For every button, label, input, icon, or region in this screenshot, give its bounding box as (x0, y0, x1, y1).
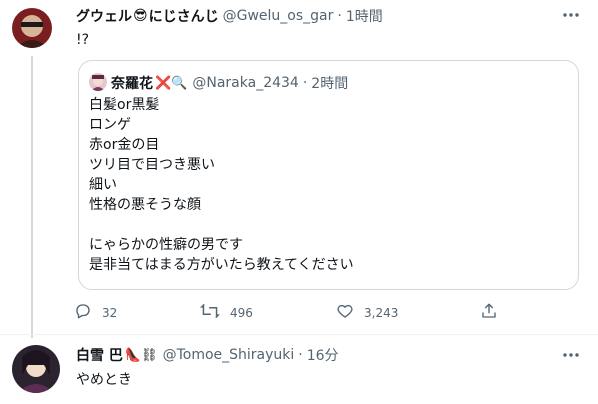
quoted-author-name[interactable]: 奈羅花 (111, 73, 153, 93)
reply-avatar[interactable] (12, 345, 60, 393)
quoted-tweet[interactable]: 奈羅花 ❌🔍 @Naraka_2434 · 2時間 白髪or黒髪 ロンゲ 赤or… (78, 60, 579, 290)
reply-author-name[interactable]: 白雪 巴 (76, 345, 123, 365)
retweet-icon (200, 302, 220, 323)
tweet-main[interactable]: グウェル 😎 にじさんじ @Gwelu_os_gar · 1時間 !? 奈羅花 … (0, 0, 598, 338)
reply-author-emojis: 👠⛓ (124, 347, 158, 363)
retweet-action[interactable]: 496 (200, 302, 253, 323)
reply-header: 白雪 巴 👠⛓ @Tomoe_Shirayuki · 16分 (76, 345, 339, 365)
quoted-line: 是非当てはまる方がいたら教えてください (89, 257, 354, 273)
tweet-reply[interactable]: 白雪 巴 👠⛓ @Tomoe_Shirayuki · 16分 やめとき (0, 335, 598, 404)
quoted-line: ツリ目で目つき悪い (89, 157, 215, 173)
reply-more-icon[interactable] (560, 347, 582, 363)
quoted-timestamp[interactable]: 2時間 (311, 73, 348, 93)
like-action[interactable]: 3,243 (336, 302, 398, 323)
reply-author-handle[interactable]: @Tomoe_Shirayuki (163, 347, 295, 363)
share-action[interactable] (480, 302, 498, 323)
tweet-text: !? (76, 32, 90, 48)
quoted-separator-dot: · (302, 75, 308, 91)
quoted-line: ロンゲ (89, 117, 131, 133)
more-icon[interactable] (560, 6, 582, 24)
thread-connector (31, 56, 33, 338)
tweet-header: グウェル 😎 にじさんじ @Gwelu_os_gar · 1時間 (76, 6, 383, 26)
reply-timestamp[interactable]: 16分 (307, 345, 339, 365)
quoted-line-blank (89, 215, 559, 235)
quoted-line: 性格の悪そうな顔 (89, 197, 201, 213)
author-handle[interactable]: @Gwelu_os_gar (223, 8, 334, 24)
quoted-header: 奈羅花 ❌🔍 @Naraka_2434 · 2時間 (111, 73, 348, 93)
separator-dot: · (337, 8, 342, 24)
quoted-author-emojis: ❌🔍 (155, 75, 188, 91)
timestamp[interactable]: 1時間 (346, 6, 383, 26)
avatar[interactable] (12, 8, 52, 48)
quoted-avatar (89, 73, 107, 91)
quoted-line: 白髪or黒髪 (89, 97, 160, 113)
quoted-line: にゃらかの性癖の男です (89, 237, 243, 253)
reply-action[interactable]: 32 (74, 302, 117, 323)
share-icon (480, 302, 498, 323)
quoted-text: 白髪or黒髪 ロンゲ 赤or金の目 ツリ目で目つき悪い 細い 性格の悪そうな顔 … (89, 95, 559, 275)
author-name-suffix[interactable]: にじさんじ (149, 6, 219, 26)
reply-icon (74, 302, 92, 323)
heart-icon (336, 302, 354, 323)
retweet-count: 496 (230, 305, 253, 320)
quoted-line: 細い (89, 177, 117, 193)
author-name[interactable]: グウェル (76, 6, 132, 26)
like-count: 3,243 (364, 305, 399, 320)
reply-separator-dot: · (298, 347, 303, 363)
reply-count: 32 (102, 305, 118, 320)
author-name-emoji: 😎 (133, 8, 148, 24)
reply-text: やめとき (76, 372, 132, 388)
quoted-author-handle[interactable]: @Naraka_2434 (192, 75, 298, 91)
quoted-line: 赤or金の目 (89, 137, 160, 153)
